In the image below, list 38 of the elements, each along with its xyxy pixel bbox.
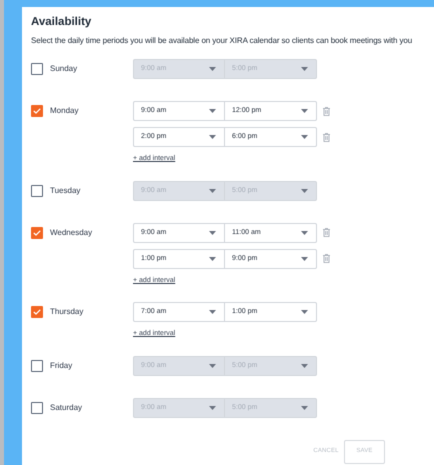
checkbox[interactable]	[31, 360, 43, 372]
section-title: Availability	[31, 15, 92, 30]
caret-icon	[301, 230, 308, 235]
caret-icon	[301, 109, 308, 114]
day-label: Friday	[50, 360, 72, 372]
checkbox[interactable]	[31, 63, 43, 76]
checkbox[interactable]	[31, 105, 43, 118]
caret-icon	[301, 256, 308, 261]
day-label: Tuesday	[50, 184, 80, 197]
caret-icon	[209, 67, 216, 72]
caret-icon	[209, 256, 216, 261]
day-label: Sunday	[50, 63, 78, 76]
trash-icon[interactable]	[323, 106, 330, 116]
caret-icon	[301, 364, 308, 368]
caret-icon	[209, 364, 216, 368]
caret-icon	[301, 67, 308, 72]
day-label: Thursday	[50, 306, 84, 318]
caret-icon	[209, 406, 216, 410]
checkbox[interactable]	[31, 306, 43, 318]
trash-icon[interactable]	[323, 228, 330, 238]
caret-icon	[301, 188, 308, 193]
caret-icon	[301, 406, 308, 410]
caret-icon	[301, 310, 308, 314]
day-label: Saturday	[50, 402, 82, 414]
caret-icon	[209, 135, 216, 140]
day-label: Wednesday	[50, 226, 92, 239]
checkbox[interactable]	[31, 226, 43, 239]
day-label: Monday	[50, 105, 78, 118]
caret-icon	[209, 230, 216, 235]
trash-icon[interactable]	[323, 132, 330, 142]
caret-icon	[301, 135, 308, 140]
caret-icon	[209, 310, 216, 314]
trash-icon[interactable]	[323, 254, 330, 264]
checkbox[interactable]	[31, 184, 43, 197]
caret-icon	[209, 188, 216, 193]
caret-icon	[209, 109, 216, 114]
description-text: Select the daily time periods you will be available on your XIRA calendar so clients can book meetings with you	[31, 35, 414, 48]
checkbox[interactable]	[31, 402, 43, 414]
